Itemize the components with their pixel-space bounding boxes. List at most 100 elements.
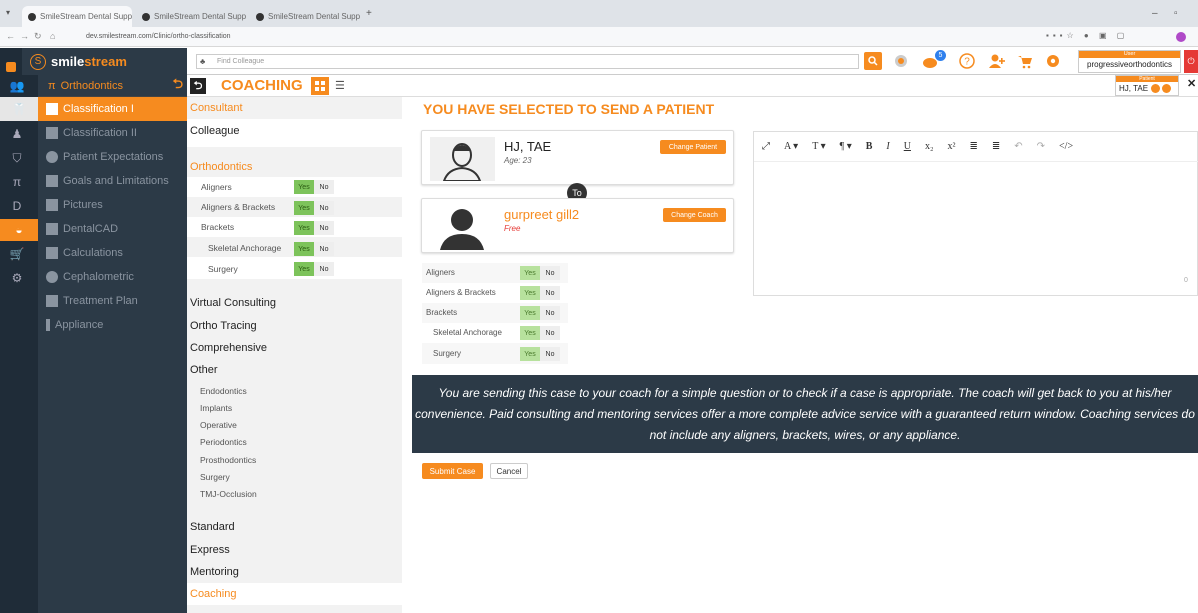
- section-orthodontics[interactable]: Orthodontics: [190, 161, 252, 173]
- redo-button[interactable]: ↷: [1037, 141, 1045, 152]
- sidebar-item-pictures[interactable]: Pictures: [38, 193, 187, 217]
- help-icon[interactable]: ?: [958, 52, 976, 70]
- paragraph-button[interactable]: ¶ ▾: [840, 141, 852, 152]
- option-standard[interactable]: Standard: [190, 521, 235, 533]
- close-icon[interactable]: ✕: [1187, 77, 1196, 90]
- cancel-button[interactable]: Cancel: [490, 463, 528, 479]
- shield-icon[interactable]: ⛉: [8, 149, 26, 167]
- sidebar-item-dentalcad[interactable]: DentalCAD: [38, 217, 187, 241]
- yes-button[interactable]: Yes: [294, 180, 314, 194]
- sidebar-item-treatment-plan[interactable]: Treatment Plan: [38, 289, 187, 313]
- menu-toggle-icon[interactable]: [6, 62, 16, 72]
- profile-icon[interactable]: [1176, 32, 1186, 42]
- brand-logo[interactable]: S smile stream: [22, 48, 187, 75]
- code-view-button[interactable]: </>: [1059, 141, 1073, 152]
- ortho-yes-no[interactable]: Yes No: [294, 242, 334, 256]
- back-arrow-icon[interactable]: ⮌: [173, 75, 183, 97]
- option-virtual-consulting[interactable]: Virtual Consulting: [190, 297, 276, 309]
- user-menu[interactable]: User progressiveorthodontics: [1078, 50, 1181, 73]
- home-icon[interactable]: ⌂: [50, 31, 55, 41]
- no-button[interactable]: No: [314, 180, 334, 194]
- new-tab-icon[interactable]: +: [366, 8, 372, 19]
- other-item[interactable]: Prosthodontics: [200, 455, 256, 465]
- other-item[interactable]: Surgery: [200, 472, 230, 482]
- cart-sidebar-icon[interactable]: 🛒: [8, 245, 26, 263]
- yes-button[interactable]: Yes: [294, 262, 314, 276]
- ortho-yes-no[interactable]: Yes No: [294, 201, 334, 215]
- message-editor[interactable]: ⤢ A ▾ T ▾ ¶ ▾ B I U x₂ x² ≣ ≣ ↶ ↷ </> 0: [753, 131, 1198, 296]
- other-item[interactable]: Implants: [200, 403, 232, 413]
- text-size-button[interactable]: T ▾: [812, 141, 825, 152]
- ortho-yes-no[interactable]: Yes No: [294, 180, 334, 194]
- other-item[interactable]: Periodontics: [200, 437, 247, 447]
- coaching-row[interactable]: Coaching: [187, 583, 402, 605]
- orthodontics-icon[interactable]: 🦷: [0, 97, 38, 121]
- other-item[interactable]: Endodontics: [200, 386, 247, 396]
- undo-button[interactable]: ↶: [1014, 141, 1022, 152]
- option-mentoring[interactable]: Mentoring: [190, 566, 239, 578]
- underline-button[interactable]: U: [904, 141, 911, 152]
- fullscreen-icon[interactable]: ⤢: [762, 141, 770, 152]
- colleague-row[interactable]: Colleague: [187, 119, 402, 147]
- grid-view-icon[interactable]: [311, 77, 329, 95]
- list-view-icon[interactable]: ☰: [335, 79, 345, 92]
- no-button[interactable]: No: [314, 201, 334, 215]
- forward-icon[interactable]: →: [20, 31, 29, 41]
- sidebar-header[interactable]: π Orthodontics ⮌: [38, 75, 187, 97]
- d-icon[interactable]: D: [8, 197, 26, 215]
- sidebar-item-classification-ii[interactable]: Classification II: [38, 121, 187, 145]
- no-button[interactable]: No: [314, 221, 334, 235]
- back-icon[interactable]: ←: [6, 31, 15, 41]
- cart-icon[interactable]: [1016, 52, 1034, 70]
- browser-extensions-icons[interactable]: ▪▪▪☆ ● ▣ ▢: [1046, 31, 1128, 40]
- other-item[interactable]: TMJ-Occlusion: [200, 489, 257, 499]
- option-comprehensive[interactable]: Comprehensive: [190, 342, 267, 354]
- tab-menu-icon[interactable]: ▾: [6, 8, 16, 18]
- sidebar-item-goals[interactable]: Goals and Limitations: [38, 169, 187, 193]
- back-icon[interactable]: ⮌: [190, 78, 206, 94]
- reload-icon[interactable]: ↻: [34, 31, 42, 42]
- add-patient-icon[interactable]: [1162, 84, 1172, 93]
- italic-button[interactable]: I: [886, 141, 889, 152]
- sidebar-item-calculations[interactable]: Calculations: [38, 241, 187, 265]
- search-input[interactable]: Find Colleague: [196, 54, 859, 69]
- maximize-icon[interactable]: ▫: [1174, 8, 1178, 19]
- coach-name[interactable]: gurpreet gill2: [504, 207, 579, 222]
- browser-tab[interactable]: SmileStream Dental Supply ✕: [250, 6, 360, 27]
- coaching-icon[interactable]: ◒: [0, 219, 38, 241]
- add-user-icon[interactable]: [988, 52, 1006, 70]
- bold-button[interactable]: B: [866, 141, 873, 152]
- yes-button[interactable]: Yes: [294, 242, 314, 256]
- section-consultant[interactable]: Consultant: [190, 102, 243, 114]
- minimize-icon[interactable]: –: [1152, 8, 1158, 19]
- change-patient-button[interactable]: Change Patient: [660, 140, 726, 154]
- ortho-yes-no[interactable]: Yes No: [294, 221, 334, 235]
- submit-case-button[interactable]: Submit Case: [422, 463, 483, 479]
- brackets-icon[interactable]: π: [8, 173, 26, 191]
- remove-patient-icon[interactable]: [1151, 84, 1161, 93]
- no-button[interactable]: No: [314, 242, 334, 256]
- sidebar-item-patient-expectations[interactable]: Patient Expectations: [38, 145, 187, 169]
- logout-icon[interactable]: ⏻: [1184, 50, 1198, 73]
- search-icon[interactable]: [864, 52, 882, 70]
- option-other[interactable]: Other: [190, 364, 218, 376]
- subscript-button[interactable]: x₂: [925, 141, 934, 152]
- browser-tab[interactable]: SmileStream Dental Supply ✕: [136, 6, 246, 27]
- option-express[interactable]: Express: [190, 544, 230, 556]
- option-ortho-tracing[interactable]: Ortho Tracing: [190, 320, 257, 332]
- sidebar-item-cephalometric[interactable]: Cephalometric: [38, 265, 187, 289]
- people-icon[interactable]: ♟: [8, 125, 26, 143]
- ordered-list-button[interactable]: ≣: [969, 141, 977, 152]
- no-button[interactable]: No: [314, 262, 334, 276]
- ortho-yes-no[interactable]: Yes No: [294, 262, 334, 276]
- patient-selector[interactable]: Patient HJ, TAE: [1115, 75, 1179, 96]
- unordered-list-button[interactable]: ≣: [992, 141, 1000, 152]
- other-item[interactable]: Operative: [200, 420, 237, 430]
- settings-sidebar-icon[interactable]: ⚙: [8, 269, 26, 287]
- tooth-chat-icon[interactable]: [892, 52, 910, 70]
- yes-button[interactable]: Yes: [294, 221, 314, 235]
- superscript-button[interactable]: x²: [947, 141, 955, 152]
- browser-tab[interactable]: SmileStream Dental Supply ✕: [22, 6, 132, 27]
- sidebar-item-classification-i[interactable]: Classification I: [38, 97, 187, 121]
- sidebar-item-appliance[interactable]: Appliance: [38, 313, 187, 337]
